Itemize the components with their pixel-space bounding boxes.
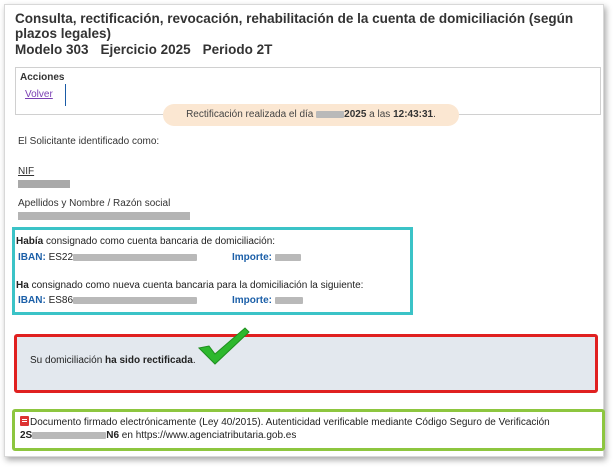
success-message: Su domiciliación ha sido rectificada. [30, 355, 196, 366]
success-message-box: Su domiciliación ha sido rectificada. [14, 334, 598, 393]
iban-nueva-redacted [73, 296, 198, 304]
main-window: Consulta, rectificación, revocación, reh… [4, 4, 605, 457]
banner-time: 12:43:31 [393, 109, 434, 120]
success-prefix: Su domiciliación [30, 355, 106, 366]
cuenta-anterior-bold: Había [16, 236, 44, 247]
csv-end: N6 [106, 430, 120, 441]
cuenta-nueva-bold: Ha [16, 280, 29, 291]
importe-nueva-label: Importe: [232, 295, 272, 306]
nif-label: NIF [18, 166, 35, 177]
importe-nueva-row: Importe: [232, 295, 303, 306]
iban-nueva-row: IBAN: ES86 [18, 295, 198, 306]
importe-anterior-row: Importe: [232, 252, 301, 263]
acciones-heading: Acciones [20, 72, 65, 83]
importe-nueva-redacted [274, 296, 303, 304]
modelo-label: Modelo 303 [15, 42, 89, 57]
page-title: Consulta, rectificación, revocación, reh… [15, 11, 574, 41]
iban-nueva-prefix: ES86 [48, 295, 74, 306]
periodo-label: Periodo 2T [202, 42, 273, 57]
cuentas-panel: Había consignado como cuenta bancaria de… [12, 227, 413, 315]
csv-redacted [32, 431, 107, 439]
documento-line1-text: Documento firmado electrónicamente (Ley … [30, 417, 550, 428]
acciones-separator [65, 84, 66, 106]
apellidos-label: Apellidos y Nombre / Razón social [18, 198, 171, 209]
apellidos-value-redacted [18, 212, 190, 220]
pdf-icon [20, 416, 29, 426]
page-subtitle: Modelo 303 Ejercicio 2025 Periodo 2T [15, 42, 284, 57]
rectificacion-banner: Rectificación realizada el día 2025 a la… [163, 104, 459, 126]
documento-line1: Documento firmado electrónicamente (Ley … [20, 416, 550, 428]
documento-firmado-box: Documento firmado electrónicamente (Ley … [12, 409, 605, 451]
nif-value-redacted [18, 180, 70, 188]
cuenta-anterior-rest: consignado como cuenta bancaria de domic… [43, 236, 276, 247]
redacted-date [316, 110, 345, 118]
banner-middle: a las [366, 109, 394, 120]
iban-anterior-prefix: ES22 [48, 252, 74, 263]
csv-start: 2S [20, 430, 33, 441]
success-bold: ha sido rectificada [105, 355, 193, 366]
importe-anterior-redacted [274, 253, 301, 261]
iban-anterior-label: IBAN: [18, 252, 46, 263]
cuenta-nueva-text: Ha consignado como nueva cuenta bancaria… [16, 280, 363, 291]
solicitante-intro: El Solicitante identificado como: [18, 136, 160, 147]
iban-anterior-row: IBAN: ES22 [18, 252, 198, 263]
ejercicio-label: Ejercicio 2025 [100, 42, 191, 57]
iban-anterior-redacted [73, 253, 198, 261]
importe-anterior-label: Importe: [232, 252, 272, 263]
cuenta-nueva-rest: consignado como nueva cuenta bancaria pa… [28, 280, 364, 291]
volver-link[interactable]: Volver [25, 89, 53, 100]
documento-url: en https://www.agenciatributaria.gob.es [119, 430, 297, 441]
cuenta-anterior-text: Había consignado como cuenta bancaria de… [16, 236, 275, 247]
banner-suffix: . [433, 109, 436, 120]
documento-line2: 2S N6 en https://www.agenciatributaria.go… [20, 430, 296, 441]
banner-year: 2025 [344, 109, 367, 120]
iban-nueva-label: IBAN: [18, 295, 46, 306]
checkmark-icon [197, 327, 250, 365]
banner-prefix: Rectificación realizada el día [186, 109, 317, 120]
